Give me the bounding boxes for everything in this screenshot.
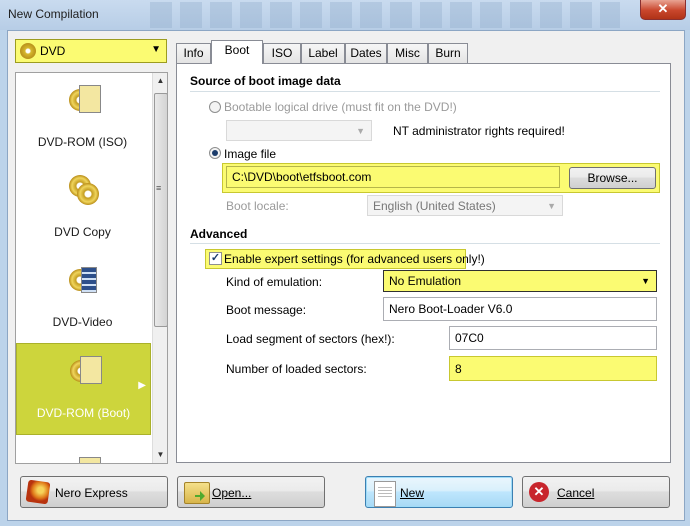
emulation-value: No Emulation (389, 274, 462, 288)
chevron-down-icon: ▼ (547, 201, 556, 211)
tab-iso[interactable]: ISO (263, 43, 301, 63)
close-icon: ✕ (657, 1, 669, 16)
list-item-label: DVD-ROM (ISO) (37, 135, 128, 149)
boot-message-input[interactable]: Nero Boot-Loader V6.0 (383, 297, 657, 321)
new-button[interactable]: New (365, 476, 513, 508)
divider (190, 91, 660, 92)
image-file-label: Image file (224, 147, 277, 161)
dvd-icon (67, 443, 101, 463)
folder-icon (184, 482, 210, 504)
scrollbar-thumb[interactable] (154, 93, 167, 327)
list-item-label: DVD Copy (54, 225, 111, 239)
boot-message-label: Boot message: (226, 303, 307, 317)
tab-label[interactable]: Label (301, 43, 345, 63)
image-file-radio[interactable] (209, 147, 221, 159)
nero-express-icon (25, 479, 51, 505)
dvd-rom-boot-icon (68, 354, 102, 388)
tab-dates[interactable]: Dates (345, 43, 387, 63)
boot-locale-select[interactable]: English (United States) ▼ (367, 195, 563, 216)
boot-locale-value: English (United States) (373, 199, 496, 213)
window-title: New Compilation (8, 7, 99, 21)
scroll-grip-icon: ≡ (156, 183, 162, 193)
open-button[interactable]: Open... (177, 476, 325, 508)
sectors-label: Number of loaded sectors: (226, 362, 367, 376)
dvd-icon (20, 43, 36, 59)
chevron-down-icon: ▼ (151, 44, 161, 55)
browse-button[interactable]: Browse... (569, 167, 656, 189)
expert-settings-checkbox[interactable]: ✓ (209, 252, 222, 265)
list-item-label: DVD-Video (52, 315, 113, 329)
cancel-button[interactable]: ✕ Cancel (522, 476, 670, 508)
compilation-type-list: DVD-ROM (ISO) DVD Copy DVD-Video DVD-ROM… (15, 72, 168, 464)
nt-admin-note: NT administrator rights required! (393, 124, 565, 138)
tab-misc[interactable]: Misc (387, 43, 428, 63)
bootable-drive-radio[interactable] (209, 101, 221, 113)
tab-info[interactable]: Info (176, 43, 211, 63)
media-type-value: DVD (40, 44, 66, 58)
list-item-dvd-rom-iso[interactable]: DVD-ROM (ISO) (16, 73, 149, 163)
image-file-input[interactable]: C:\DVD\boot\etfsboot.com (226, 166, 560, 188)
list-item-dvd-rom-boot[interactable]: DVD-ROM (Boot) ▶ (16, 343, 151, 435)
list-item-dvd-copy[interactable]: DVD Copy (16, 163, 149, 253)
sectors-input[interactable]: 8 (449, 356, 657, 381)
emulation-label: Kind of emulation: (226, 275, 323, 289)
close-button[interactable]: ✕ (640, 0, 686, 20)
nero-express-button[interactable]: Nero Express (20, 476, 168, 508)
bootable-drive-select[interactable]: ▼ (226, 120, 372, 141)
new-label: New (400, 486, 425, 500)
background-window-ghost (150, 2, 620, 28)
divider (190, 243, 660, 244)
load-segment-input[interactable]: 07C0 (449, 326, 657, 350)
tab-burn[interactable]: Burn (428, 43, 468, 63)
list-item-label: DVD-ROM (Boot) (36, 406, 131, 420)
chevron-down-icon: ▼ (356, 126, 365, 136)
nero-express-label: Nero Express (55, 486, 128, 500)
chevron-right-icon: ▶ (138, 380, 146, 391)
bootable-drive-label: Bootable logical drive (must fit on the … (224, 100, 457, 114)
dvd-copy-icon (67, 173, 99, 207)
list-item-partial[interactable] (16, 433, 149, 463)
chevron-down-icon: ▼ (641, 276, 650, 286)
emulation-dropdown[interactable]: No Emulation ▼ (383, 270, 657, 292)
new-document-icon (374, 481, 396, 507)
open-label: Open... (212, 486, 252, 500)
list-item-dvd-video[interactable]: DVD-Video (16, 253, 149, 343)
expert-settings-label: Enable expert settings (for advanced use… (224, 252, 485, 266)
cancel-icon: ✕ (529, 482, 549, 502)
category-scrollbar[interactable]: ▲ ≡ ▼ (152, 73, 167, 463)
source-heading: Source of boot image data (190, 74, 341, 88)
scroll-up-arrow-icon[interactable]: ▲ (153, 73, 167, 88)
load-segment-label: Load segment of sectors (hex!): (226, 332, 395, 346)
scroll-down-arrow-icon[interactable]: ▼ (153, 447, 167, 462)
dvd-rom-iso-icon (67, 83, 101, 117)
boot-locale-label: Boot locale: (226, 199, 289, 213)
cancel-label: Cancel (557, 486, 595, 500)
tab-boot[interactable]: Boot (211, 40, 263, 64)
dvd-video-icon (67, 263, 99, 297)
media-type-dropdown[interactable]: DVD ▼ (15, 39, 167, 63)
advanced-heading: Advanced (190, 227, 248, 241)
